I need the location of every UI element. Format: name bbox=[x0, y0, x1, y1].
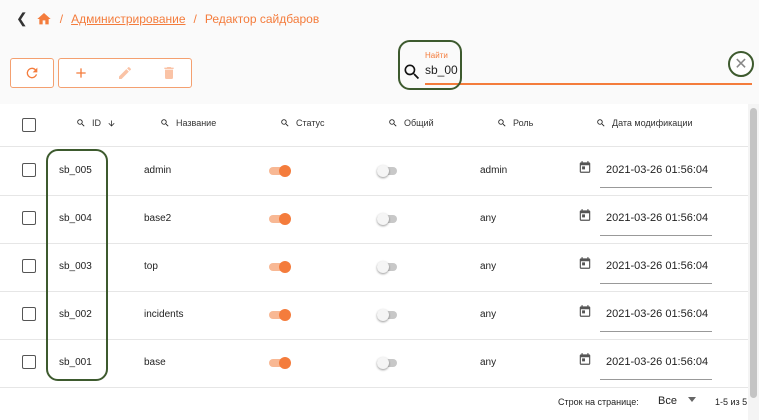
close-icon: ✕ bbox=[734, 56, 748, 73]
row-role: any bbox=[480, 357, 497, 368]
row-checkbox[interactable] bbox=[22, 211, 36, 225]
search-icon bbox=[281, 119, 289, 127]
top-bar: ❮ / Администрирование / Редактор сайдбар… bbox=[0, 0, 759, 104]
row-name: incidents bbox=[144, 309, 184, 320]
table-row[interactable]: sb_003 top any 2021-03-26 01:56:04 bbox=[0, 243, 748, 292]
calendar-icon[interactable] bbox=[578, 255, 592, 274]
search-icon bbox=[161, 119, 169, 127]
row-role: any bbox=[480, 261, 497, 272]
search-underline bbox=[425, 83, 752, 85]
row-name: base bbox=[144, 357, 166, 368]
search-input[interactable] bbox=[425, 63, 705, 77]
arrow-down-icon bbox=[108, 120, 115, 126]
row-name: top bbox=[144, 261, 158, 272]
pagination-range: 1-5 из 5 bbox=[715, 397, 748, 407]
breadcrumb-current: Редактор сайдбаров bbox=[204, 11, 320, 26]
row-modified[interactable]: 2021-03-26 01:56:04 bbox=[606, 356, 708, 368]
shared-toggle[interactable] bbox=[377, 357, 399, 369]
breadcrumb-separator: / bbox=[193, 11, 197, 26]
row-modified[interactable]: 2021-03-26 01:56:04 bbox=[606, 260, 708, 272]
search-icon bbox=[597, 119, 605, 127]
status-toggle[interactable] bbox=[269, 357, 291, 369]
search-icon bbox=[389, 119, 397, 127]
column-name[interactable]: Название bbox=[160, 118, 216, 128]
row-modified[interactable]: 2021-03-26 01:56:04 bbox=[606, 308, 708, 320]
row-role: admin bbox=[480, 165, 508, 176]
search-icon bbox=[77, 119, 85, 127]
clear-search-button[interactable]: ✕ bbox=[728, 51, 754, 77]
date-underline bbox=[600, 331, 712, 332]
select-all-checkbox[interactable] bbox=[22, 118, 36, 132]
status-toggle[interactable] bbox=[269, 213, 291, 225]
calendar-icon[interactable] bbox=[578, 351, 592, 370]
id-column-highlight bbox=[46, 149, 108, 381]
calendar-icon[interactable] bbox=[578, 207, 592, 226]
column-status-label: Статус bbox=[296, 118, 325, 128]
shared-toggle[interactable] bbox=[377, 261, 399, 273]
home-icon[interactable] bbox=[36, 11, 52, 27]
rows-per-page-label: Строк на странице: bbox=[558, 397, 639, 407]
calendar-icon[interactable] bbox=[578, 303, 592, 322]
refresh-icon bbox=[26, 67, 38, 79]
column-modified[interactable]: Дата модификации bbox=[596, 118, 693, 128]
table-row[interactable]: sb_005 admin admin 2021-03-26 01:56:04 bbox=[0, 147, 748, 196]
trash-icon bbox=[164, 67, 174, 79]
row-modified[interactable]: 2021-03-26 01:56:04 bbox=[606, 212, 708, 224]
date-underline bbox=[600, 235, 712, 236]
search-highlight bbox=[398, 40, 462, 90]
pencil-icon bbox=[119, 66, 132, 79]
shared-toggle[interactable] bbox=[377, 213, 399, 225]
column-id[interactable]: ID bbox=[76, 118, 116, 128]
back-chevron-icon[interactable]: ❮ bbox=[16, 10, 28, 27]
status-toggle[interactable] bbox=[269, 261, 291, 273]
column-shared[interactable]: Общий bbox=[388, 118, 434, 128]
row-name: admin bbox=[144, 165, 172, 176]
search-icon bbox=[498, 119, 506, 127]
column-shared-label: Общий bbox=[404, 118, 434, 128]
row-checkbox[interactable] bbox=[22, 355, 36, 369]
shared-toggle[interactable] bbox=[377, 165, 399, 177]
rows-per-page-select[interactable]: Все bbox=[658, 395, 677, 407]
column-modified-label: Дата модификации bbox=[612, 118, 693, 128]
table-footer: Строк на странице: Все 1-5 из 5 bbox=[0, 386, 748, 420]
date-underline bbox=[600, 283, 712, 284]
row-name: base2 bbox=[144, 213, 172, 224]
calendar-icon[interactable] bbox=[578, 159, 592, 178]
status-toggle[interactable] bbox=[269, 309, 291, 321]
column-role[interactable]: Роль bbox=[497, 118, 533, 128]
refresh-button[interactable] bbox=[10, 58, 54, 88]
column-id-label: ID bbox=[92, 118, 101, 128]
table-row[interactable]: sb_002 incidents any 2021-03-26 01:56:04 bbox=[0, 291, 748, 340]
date-underline bbox=[600, 187, 712, 188]
plus-icon bbox=[76, 68, 86, 78]
breadcrumb-separator: / bbox=[59, 11, 64, 26]
status-toggle[interactable] bbox=[269, 165, 291, 177]
row-checkbox[interactable] bbox=[22, 307, 36, 321]
breadcrumb: ❮ / Администрирование / Редактор сайдбар… bbox=[16, 10, 319, 27]
add-button[interactable] bbox=[61, 59, 101, 87]
column-status[interactable]: Статус bbox=[280, 118, 324, 128]
shared-toggle[interactable] bbox=[377, 309, 399, 321]
breadcrumb-admin-link[interactable]: Администрирование bbox=[71, 12, 185, 26]
row-role: any bbox=[480, 309, 497, 320]
date-underline bbox=[600, 379, 712, 380]
row-role: any bbox=[480, 213, 497, 224]
column-name-label: Название bbox=[176, 118, 217, 128]
table-row[interactable]: sb_001 base any 2021-03-26 01:56:04 bbox=[0, 339, 748, 388]
scrollbar[interactable] bbox=[748, 104, 759, 420]
table-header: ID Название Статус Общий Роль Дата модиф… bbox=[0, 104, 748, 147]
row-checkbox[interactable] bbox=[22, 163, 36, 177]
row-modified[interactable]: 2021-03-26 01:56:04 bbox=[606, 164, 708, 176]
scrollbar-thumb[interactable] bbox=[750, 108, 757, 398]
row-checkbox[interactable] bbox=[22, 259, 36, 273]
dropdown-arrow-icon[interactable] bbox=[688, 397, 696, 402]
table-row[interactable]: sb_004 base2 any 2021-03-26 01:56:04 bbox=[0, 195, 748, 244]
column-role-label: Роль bbox=[513, 118, 534, 128]
edit-button[interactable] bbox=[105, 59, 145, 87]
toolbar-actions bbox=[58, 58, 192, 88]
delete-button[interactable] bbox=[149, 59, 189, 87]
